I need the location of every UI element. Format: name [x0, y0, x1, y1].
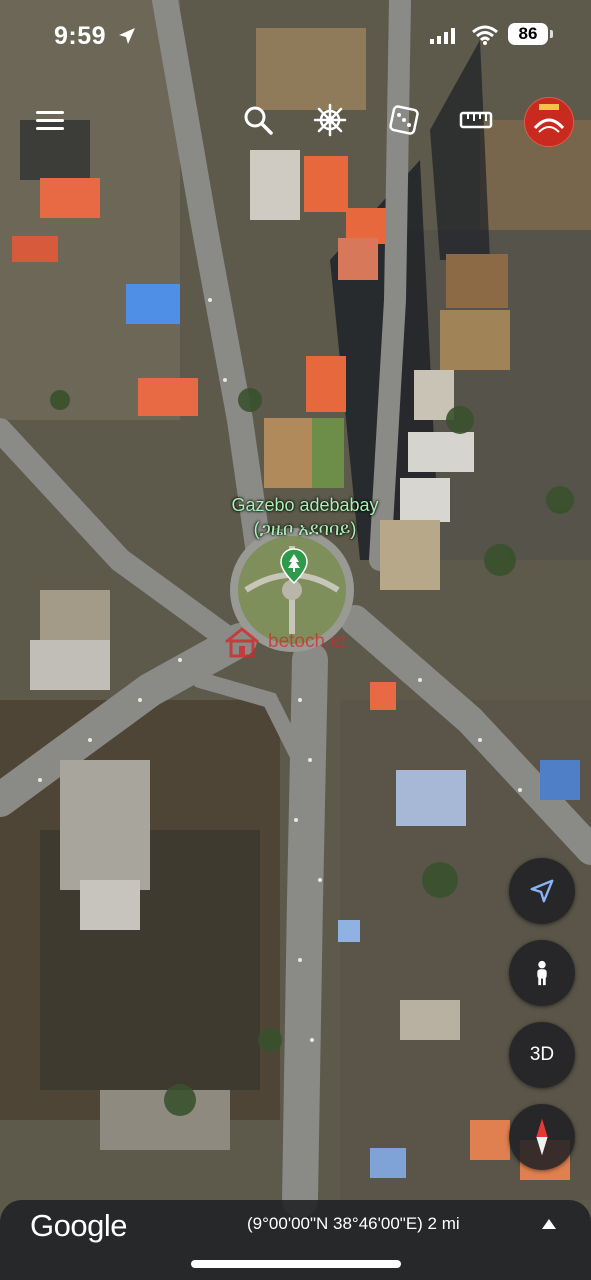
wifi-icon — [472, 25, 498, 45]
compass-icon — [536, 1118, 548, 1156]
place-name-amharic: (ጋዜቦ አደባባይ) — [253, 519, 357, 539]
my-location-button[interactable] — [509, 858, 575, 924]
dice-icon[interactable] — [386, 102, 422, 138]
status-bar: 9:59 86 — [0, 22, 591, 58]
google-logo: Google — [30, 1208, 127, 1243]
park-pin-icon[interactable] — [280, 548, 308, 584]
navigation-arrow-icon — [530, 879, 554, 903]
battery-indicator: 86 — [508, 23, 548, 45]
watermark-text: betoch.et — [268, 631, 347, 652]
menu-icon[interactable] — [32, 102, 68, 138]
3d-toggle-button[interactable]: 3D — [509, 1022, 575, 1088]
avatar[interactable] — [524, 97, 574, 147]
bottom-bar: Google (9°00'00"N 38°46'00"E) 2 mi — [0, 1200, 591, 1280]
pegman-icon — [537, 960, 547, 986]
3d-label: 3D — [529, 1044, 555, 1065]
ruler-icon[interactable] — [458, 102, 494, 138]
compass-button[interactable] — [509, 1104, 575, 1170]
profile-logo-icon — [525, 98, 573, 146]
place-label[interactable]: Gazebo adebabay (ጋዜቦ አደባባይ) — [190, 493, 420, 541]
location-arrow-icon — [119, 28, 135, 44]
cellular-signal-icon — [430, 28, 455, 44]
coordinates-readout[interactable]: (9°00'00"N 38°46'00"E) 2 mi — [247, 1214, 460, 1234]
home-indicator[interactable] — [191, 1260, 401, 1268]
watermark: betoch.et — [222, 625, 362, 659]
place-name-english: Gazebo adebabay — [231, 495, 379, 515]
search-icon[interactable] — [240, 102, 276, 138]
street-view-button[interactable] — [509, 940, 575, 1006]
status-time: 9:59 — [54, 22, 107, 50]
expand-up-icon[interactable] — [541, 1218, 557, 1230]
house-logo-icon — [225, 627, 259, 658]
battery-tip — [550, 30, 553, 38]
voyager-icon[interactable] — [312, 102, 348, 138]
